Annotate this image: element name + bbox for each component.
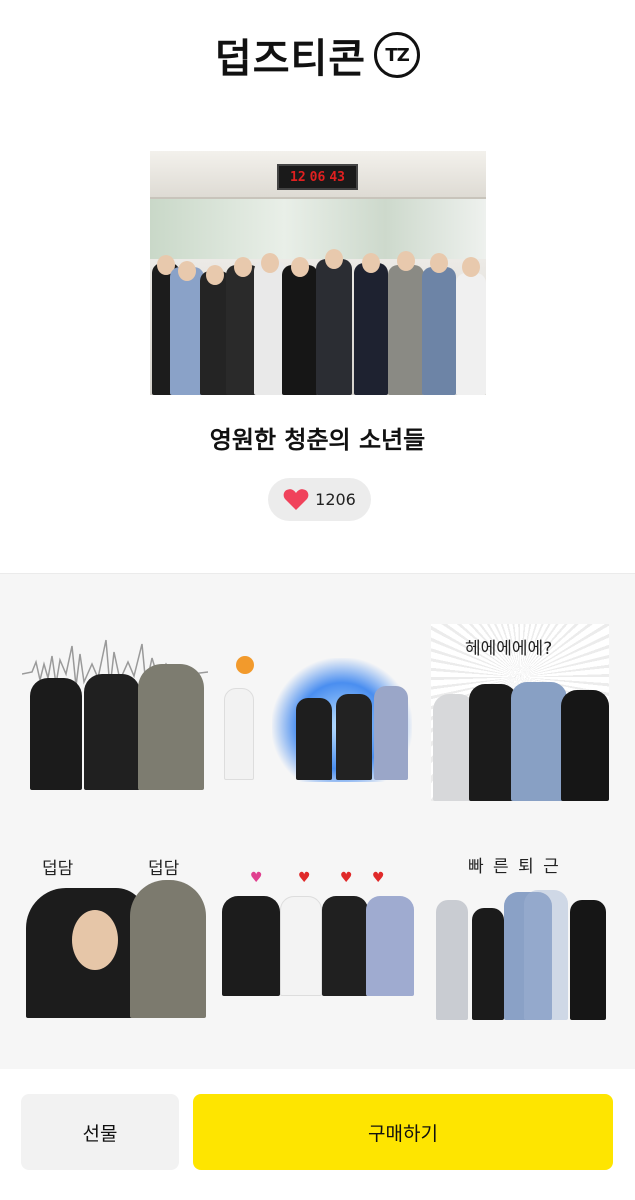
member-head <box>397 251 415 271</box>
member-figure <box>222 896 280 996</box>
member-head <box>325 249 343 269</box>
member-figure <box>138 664 204 790</box>
member-figure <box>388 265 424 395</box>
member-figure <box>374 686 408 780</box>
emoticon-title: 영원한 청춘의 소년들 <box>209 426 426 454</box>
motion-blur-figure <box>524 890 568 1020</box>
member-figure <box>280 896 322 996</box>
sticker-5[interactable]: ♥ ♥ ♥ ♥ <box>216 870 416 996</box>
sticker-1[interactable] <box>22 634 208 790</box>
logo-text: 덥즈티콘 <box>214 36 367 82</box>
member-figure <box>224 688 254 780</box>
member-head <box>178 261 196 281</box>
member-head <box>261 253 279 273</box>
member-figure <box>472 908 504 1020</box>
member-figure <box>354 263 388 395</box>
member-head <box>206 265 224 285</box>
sticker-3-caption: 헤에에에에? <box>465 639 553 659</box>
clock-minutes: 06 <box>309 169 326 185</box>
like-button[interactable]: 1206 <box>268 478 371 521</box>
member-head <box>362 253 380 273</box>
logo-badge: TZ <box>374 32 421 78</box>
sticker-6[interactable]: 빠 른 퇴 근 <box>432 850 608 1020</box>
like-count: 1206 <box>315 490 356 509</box>
member-figure <box>422 267 456 395</box>
clock-hours: 12 <box>290 169 306 185</box>
member-face <box>72 910 118 970</box>
member-figure <box>282 265 318 395</box>
sticker-preview-grid: 헤에에에에? 덥담 덥담 ♥ ♥ ♥ ♥ 빠 른 퇴 근 <box>0 573 635 1069</box>
hero-window <box>150 199 486 259</box>
sticker-4-caption-right: 덥담 <box>148 859 180 879</box>
member-figure <box>296 698 332 780</box>
hero-group-photo: 12 06 43 <box>150 151 486 395</box>
member-figure <box>130 880 206 1018</box>
red-heart-icon: ♥ <box>298 870 311 886</box>
sticker-2[interactable] <box>212 654 412 784</box>
member-head <box>234 257 252 277</box>
member-head <box>430 253 448 273</box>
member-head <box>291 257 309 277</box>
fire-heart-icon <box>236 656 254 674</box>
red-heart-icon: ♥ <box>372 870 385 886</box>
member-figure <box>322 896 368 996</box>
member-figure <box>570 900 606 1020</box>
app-logo: 덥즈티콘 TZ <box>214 26 421 84</box>
pink-heart-icon: ♥ <box>250 870 263 886</box>
clock-seconds: 43 <box>329 169 345 185</box>
sticker-3[interactable]: 헤에에에에? <box>431 624 609 801</box>
buy-button[interactable]: 구매하기 <box>193 1094 613 1170</box>
member-figure <box>84 674 140 790</box>
member-figure <box>456 273 486 395</box>
member-figure <box>366 896 414 996</box>
sticker-4-caption-left: 덥담 <box>42 859 74 879</box>
gift-button[interactable]: 선물 <box>21 1094 179 1170</box>
member-figure <box>316 259 352 395</box>
member-figure <box>30 678 82 790</box>
red-heart-icon: ♥ <box>340 870 353 886</box>
bottom-action-bar: 선물 구매하기 <box>0 1069 635 1200</box>
member-figure <box>336 694 372 780</box>
header: 덥즈티콘 TZ <box>0 0 635 110</box>
digital-clock: 12 06 43 <box>277 164 358 190</box>
member-head <box>462 257 480 277</box>
member-figure <box>170 267 204 395</box>
sticker-4[interactable]: 덥담 덥담 <box>22 850 208 1018</box>
heart-icon <box>283 489 309 510</box>
member-figure <box>436 900 468 1020</box>
member-figure <box>561 690 609 801</box>
member-figure <box>469 684 517 801</box>
member-figure <box>511 682 567 801</box>
sticker-6-caption: 빠 른 퇴 근 <box>468 857 561 877</box>
